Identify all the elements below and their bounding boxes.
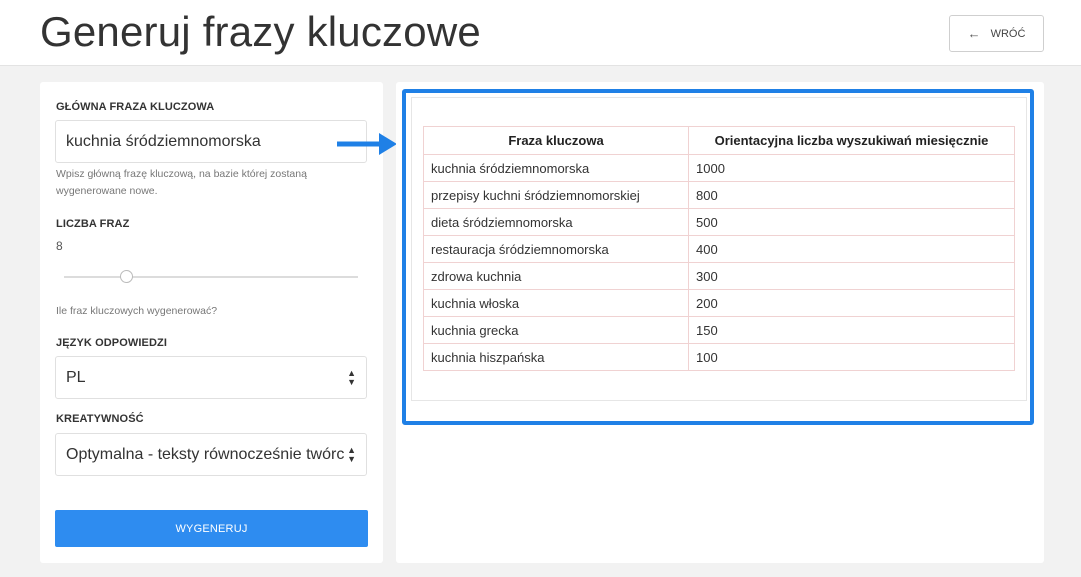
language-label: JĘZYK ODPOWIEDZI bbox=[56, 337, 167, 349]
main-phrase-input[interactable]: kuchnia śródziemnomorska bbox=[55, 120, 367, 163]
creativity-label: KREATYWNOŚĆ bbox=[56, 413, 144, 425]
phrase-count-slider-thumb[interactable] bbox=[120, 270, 133, 283]
highlight-frame bbox=[402, 89, 1034, 425]
phrase-count-help: Ile fraz kluczowych wygenerować? bbox=[56, 305, 218, 317]
top-bar: Generuj frazy kluczowe ← WRÓĆ bbox=[0, 0, 1081, 66]
main-phrase-label: GŁÓWNA FRAZA KLUCZOWA bbox=[56, 101, 215, 113]
back-button-label: WRÓĆ bbox=[990, 27, 1026, 40]
main-phrase-help: Wpisz główną frazę kluczową, na bazie kt… bbox=[56, 168, 307, 197]
phrase-count-slider[interactable] bbox=[64, 276, 358, 278]
select-caret-icon: ▲ ▼ bbox=[347, 444, 356, 464]
language-select-value: PL bbox=[66, 368, 86, 386]
phrase-count-label: LICZBA FRAZ bbox=[56, 218, 130, 230]
back-button[interactable]: ← WRÓĆ bbox=[949, 15, 1044, 52]
creativity-select-value: Optymalna - teksty równocześnie twórcze … bbox=[66, 445, 345, 463]
generate-button[interactable]: WYGENERUJ bbox=[55, 510, 368, 547]
arrow-left-icon: ← bbox=[967, 26, 981, 41]
phrase-count-value: 8 bbox=[56, 239, 63, 253]
arrow-right-icon bbox=[337, 133, 397, 155]
generator-form: GŁÓWNA FRAZA KLUCZOWA kuchnia śródziemno… bbox=[40, 82, 383, 563]
select-caret-icon: ▲ ▼ bbox=[347, 367, 356, 387]
creativity-select[interactable]: Optymalna - teksty równocześnie twórcze … bbox=[55, 433, 367, 476]
page-title: Generuj frazy kluczowe bbox=[40, 8, 481, 55]
language-select[interactable]: PL ▲ ▼ bbox=[55, 356, 367, 399]
